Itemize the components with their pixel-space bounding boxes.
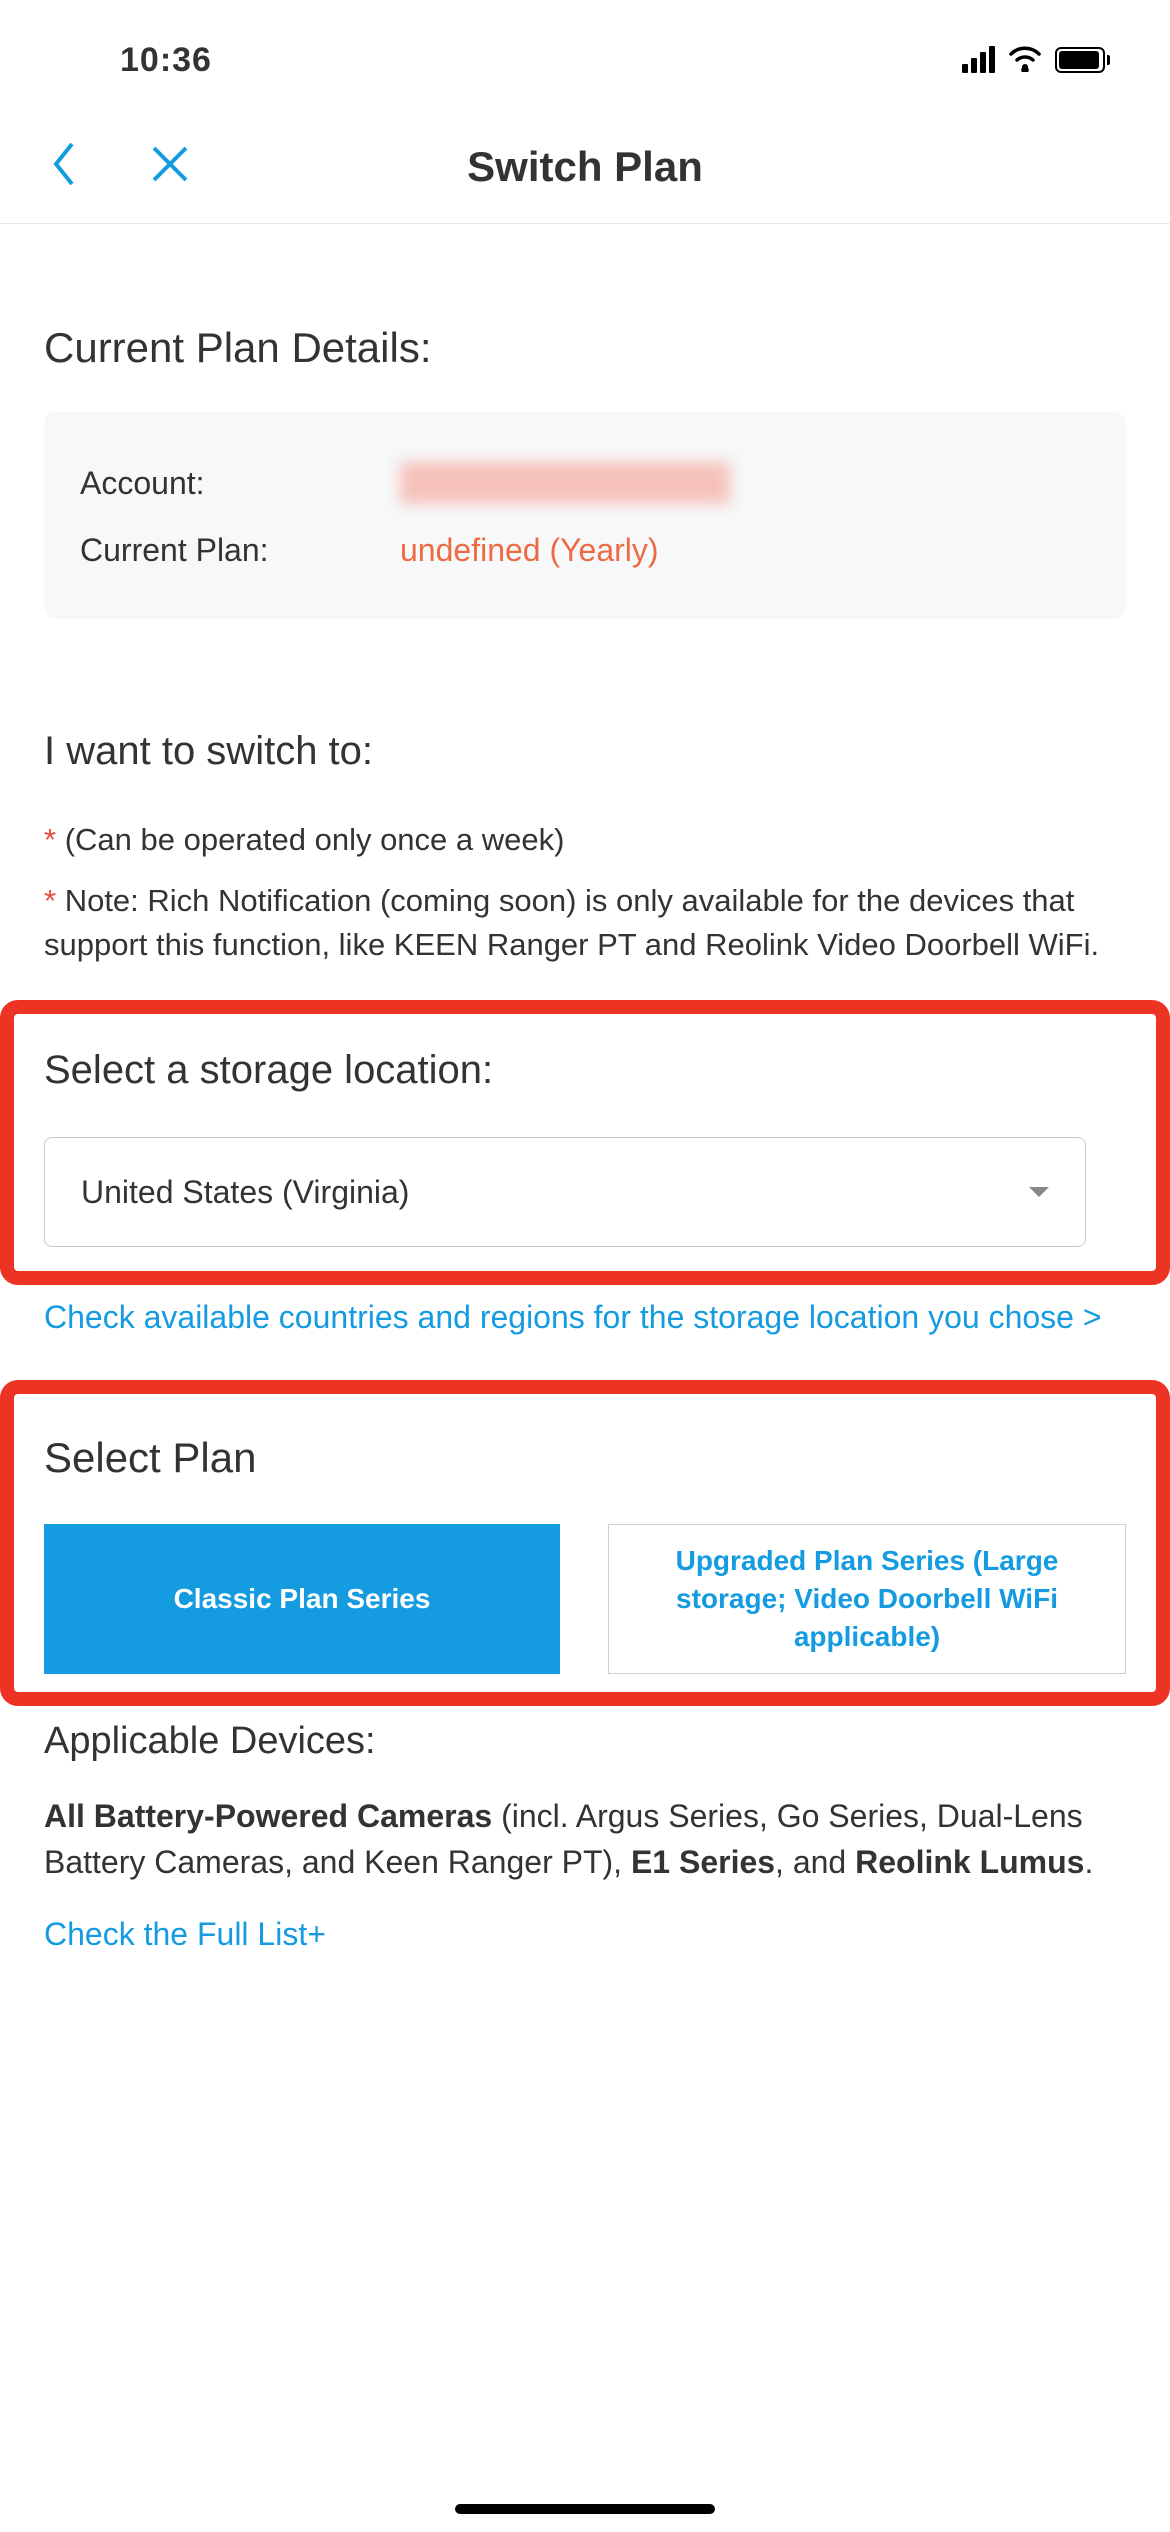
plan-highlight-box: Select Plan Classic Plan Series Upgraded… xyxy=(0,1380,1170,1706)
plan-tab-classic[interactable]: Classic Plan Series xyxy=(44,1524,560,1674)
page-title: Switch Plan xyxy=(467,143,703,191)
chevron-down-icon xyxy=(1029,1187,1049,1197)
nav-bar: Switch Plan xyxy=(0,120,1170,224)
status-time: 10:36 xyxy=(120,41,212,80)
check-regions-link[interactable]: Check available countries and regions fo… xyxy=(44,1295,1126,1340)
battery-icon xyxy=(1055,47,1110,73)
status-icons xyxy=(962,44,1110,77)
cellular-icon xyxy=(962,47,995,73)
check-full-list-link[interactable]: Check the Full List+ xyxy=(44,1916,1126,1953)
account-label: Account: xyxy=(80,465,400,502)
storage-heading: Select a storage location: xyxy=(44,1048,738,1093)
storage-selected-value: United States (Virginia) xyxy=(81,1174,409,1211)
close-button[interactable] xyxy=(148,142,192,191)
current-plan-value: undefined (Yearly) xyxy=(400,532,659,569)
note-rich-notification: * Note: Rich Notification (coming soon) … xyxy=(44,879,1126,966)
back-button[interactable] xyxy=(50,140,78,193)
note-frequency: * (Can be operated only once a week) xyxy=(44,818,1126,861)
home-indicator[interactable] xyxy=(455,2504,715,2514)
current-plan-label: Current Plan: xyxy=(80,532,400,569)
switch-to-heading: I want to switch to: xyxy=(44,729,1126,774)
account-value-redacted xyxy=(400,462,730,504)
storage-highlight-box: Select a storage location: United States… xyxy=(0,1000,1170,1285)
storage-location-dropdown[interactable]: United States (Virginia) xyxy=(44,1137,1086,1247)
plan-tab-upgraded[interactable]: Upgraded Plan Series (Large storage; Vid… xyxy=(608,1524,1126,1674)
applicable-devices-text: All Battery-Powered Cameras (incl. Argus… xyxy=(44,1793,1126,1886)
status-bar: 10:36 xyxy=(0,0,1170,120)
applicable-devices-heading: Applicable Devices: xyxy=(44,1720,1126,1763)
select-plan-heading: Select Plan xyxy=(44,1434,1126,1482)
wifi-icon xyxy=(1007,44,1043,77)
plan-details-card: Account: Current Plan: undefined (Yearly… xyxy=(44,412,1126,619)
current-plan-heading: Current Plan Details: xyxy=(44,324,1126,372)
